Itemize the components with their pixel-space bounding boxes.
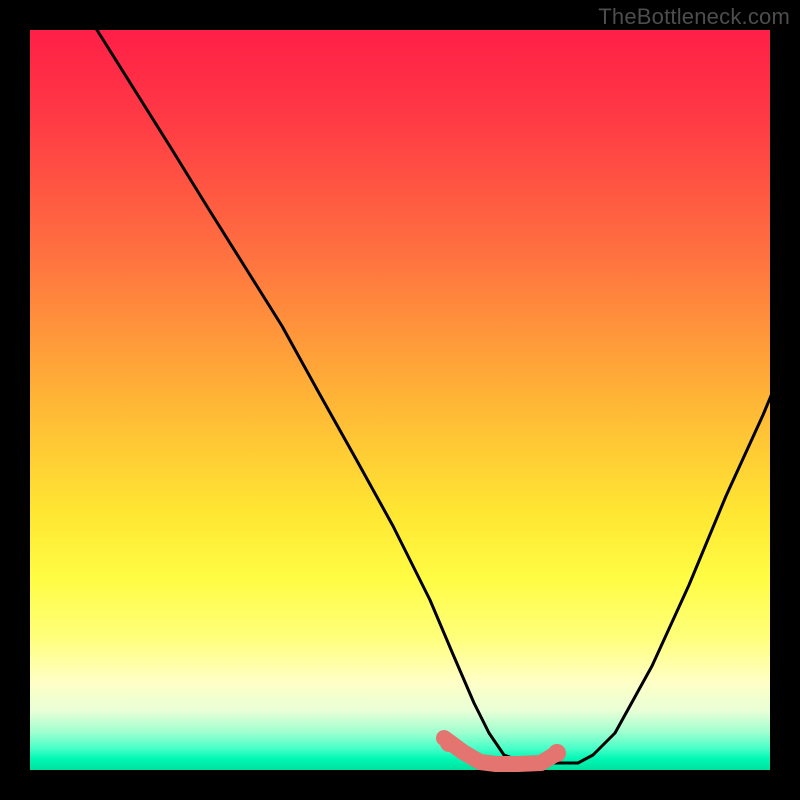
left-dot-marker — [440, 734, 458, 752]
plot-area — [30, 30, 770, 770]
optimal-zone-path — [444, 738, 554, 764]
chart-frame: TheBottleneck.com — [0, 0, 800, 800]
chart-svg — [30, 30, 770, 770]
watermark-text: TheBottleneck.com — [598, 4, 790, 30]
bottleneck-curve-path — [60, 0, 800, 763]
right-dot-marker — [548, 744, 566, 762]
